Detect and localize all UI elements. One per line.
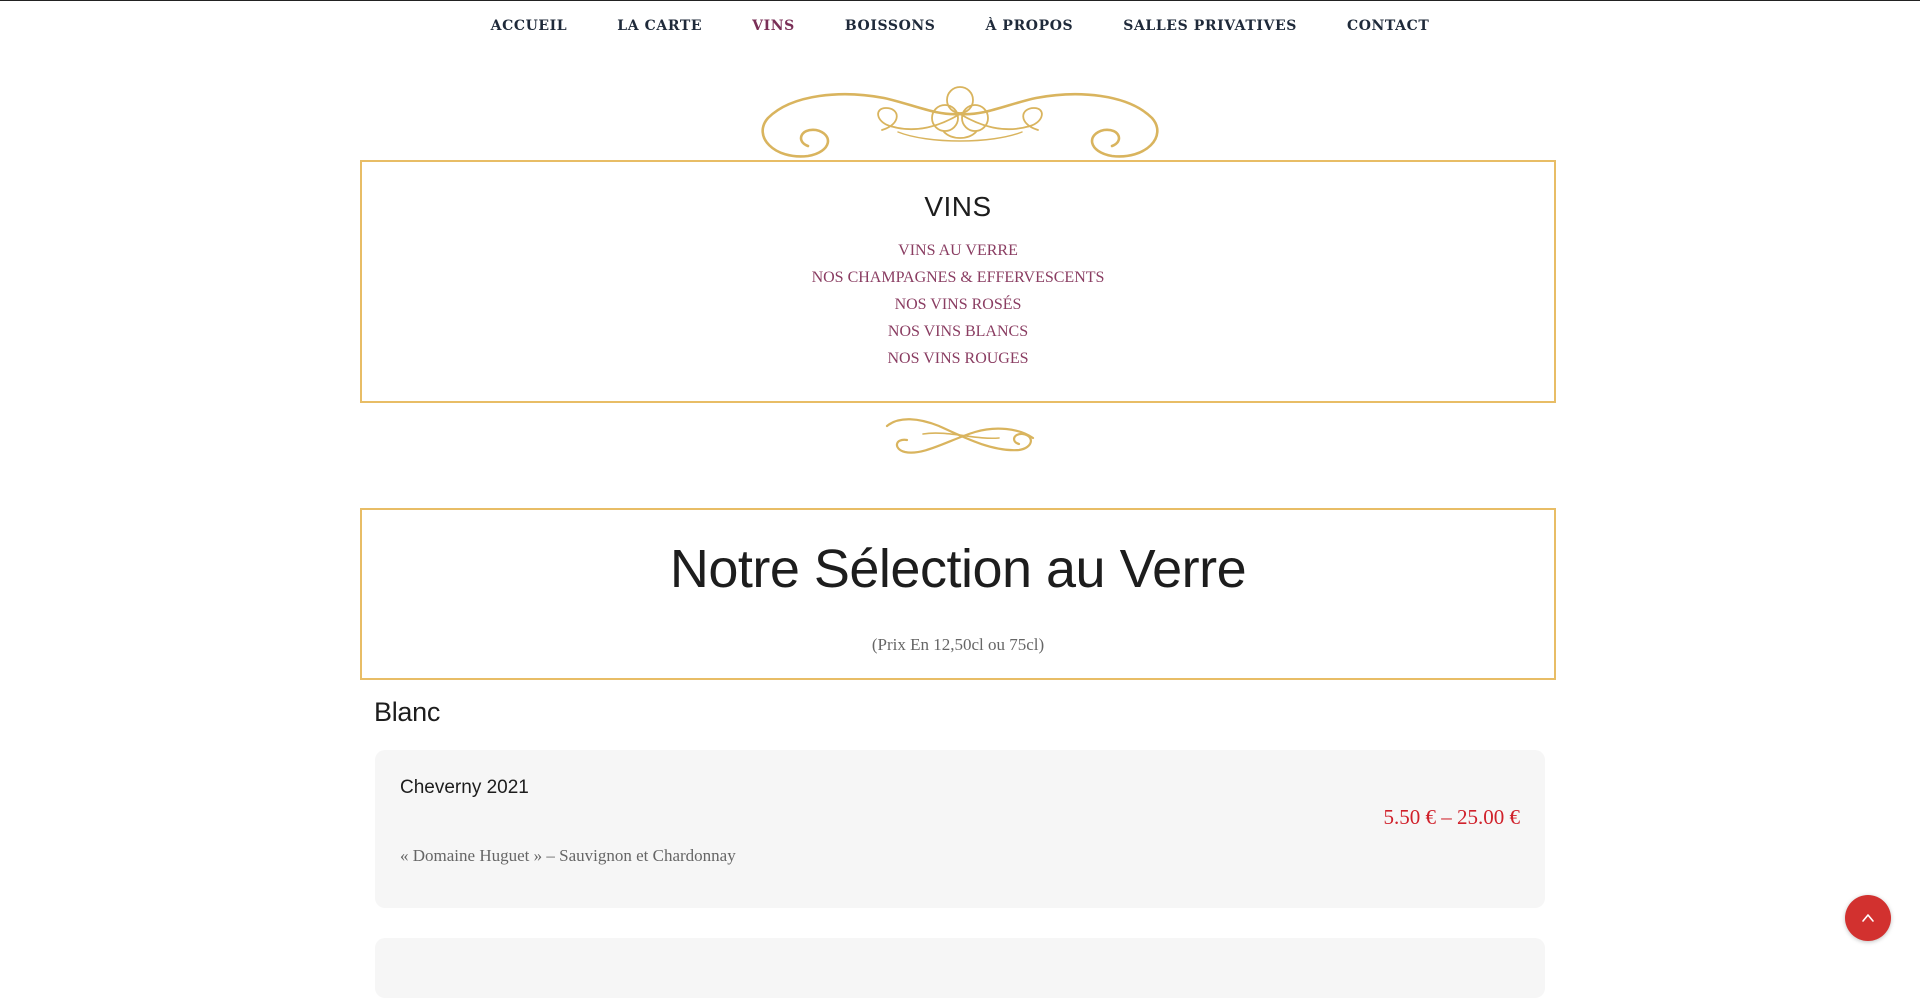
link-vins-roses[interactable]: NOS VINS ROSÉS (362, 291, 1554, 318)
nav-item-a-propos[interactable]: À PROPOS (986, 18, 1074, 34)
main-navigation: ACCUEIL LA CARTE VINS BOISSONS À PROPOS … (0, 18, 1920, 34)
flourish-ornament-bottom (885, 418, 1035, 454)
wine-card: Cheverny 2021 5.50 € – 25.00 € « Domaine… (375, 750, 1545, 908)
vins-menu-panel: VINS VINS AU VERRE NOS CHAMPAGNES & EFFE… (360, 160, 1556, 403)
link-champagnes-effervescents[interactable]: NOS CHAMPAGNES & EFFERVESCENTS (362, 264, 1554, 291)
wine-card (375, 938, 1545, 998)
nav-item-boissons[interactable]: BOISSONS (845, 18, 936, 34)
vins-links-list: VINS AU VERRE NOS CHAMPAGNES & EFFERVESC… (362, 237, 1554, 372)
wine-price: 5.50 € – 25.00 € (1383, 805, 1521, 829)
nav-item-contact[interactable]: CONTACT (1347, 18, 1429, 34)
page-title: Notre Sélection au Verre (669, 539, 1247, 599)
selection-header-panel: Notre Sélection au Verre (Prix En 12,50c… (360, 508, 1556, 680)
nav-item-vins[interactable]: VINS (752, 18, 795, 34)
nav-item-salles-privatives[interactable]: SALLES PRIVATIVES (1123, 18, 1297, 34)
wine-description: « Domaine Huguet » – Sauvignon et Chardo… (400, 846, 736, 865)
category-heading-blanc: Blanc (374, 697, 441, 727)
wine-name: Cheverny 2021 (400, 777, 529, 798)
back-to-top-button[interactable] (1845, 895, 1891, 941)
link-vins-rouges[interactable]: NOS VINS ROUGES (362, 345, 1554, 372)
price-note: (Prix En 12,50cl ou 75cl) (871, 635, 1045, 654)
link-vins-blancs[interactable]: NOS VINS BLANCS (362, 318, 1554, 345)
vins-heading: VINS (924, 191, 992, 222)
top-border (0, 0, 1920, 1)
flourish-ornament-top (761, 86, 1159, 158)
nav-item-accueil[interactable]: ACCUEIL (491, 18, 568, 34)
nav-item-la-carte[interactable]: LA CARTE (617, 18, 702, 34)
chevron-up-icon (1862, 914, 1874, 922)
link-vins-au-verre[interactable]: VINS AU VERRE (362, 237, 1554, 264)
